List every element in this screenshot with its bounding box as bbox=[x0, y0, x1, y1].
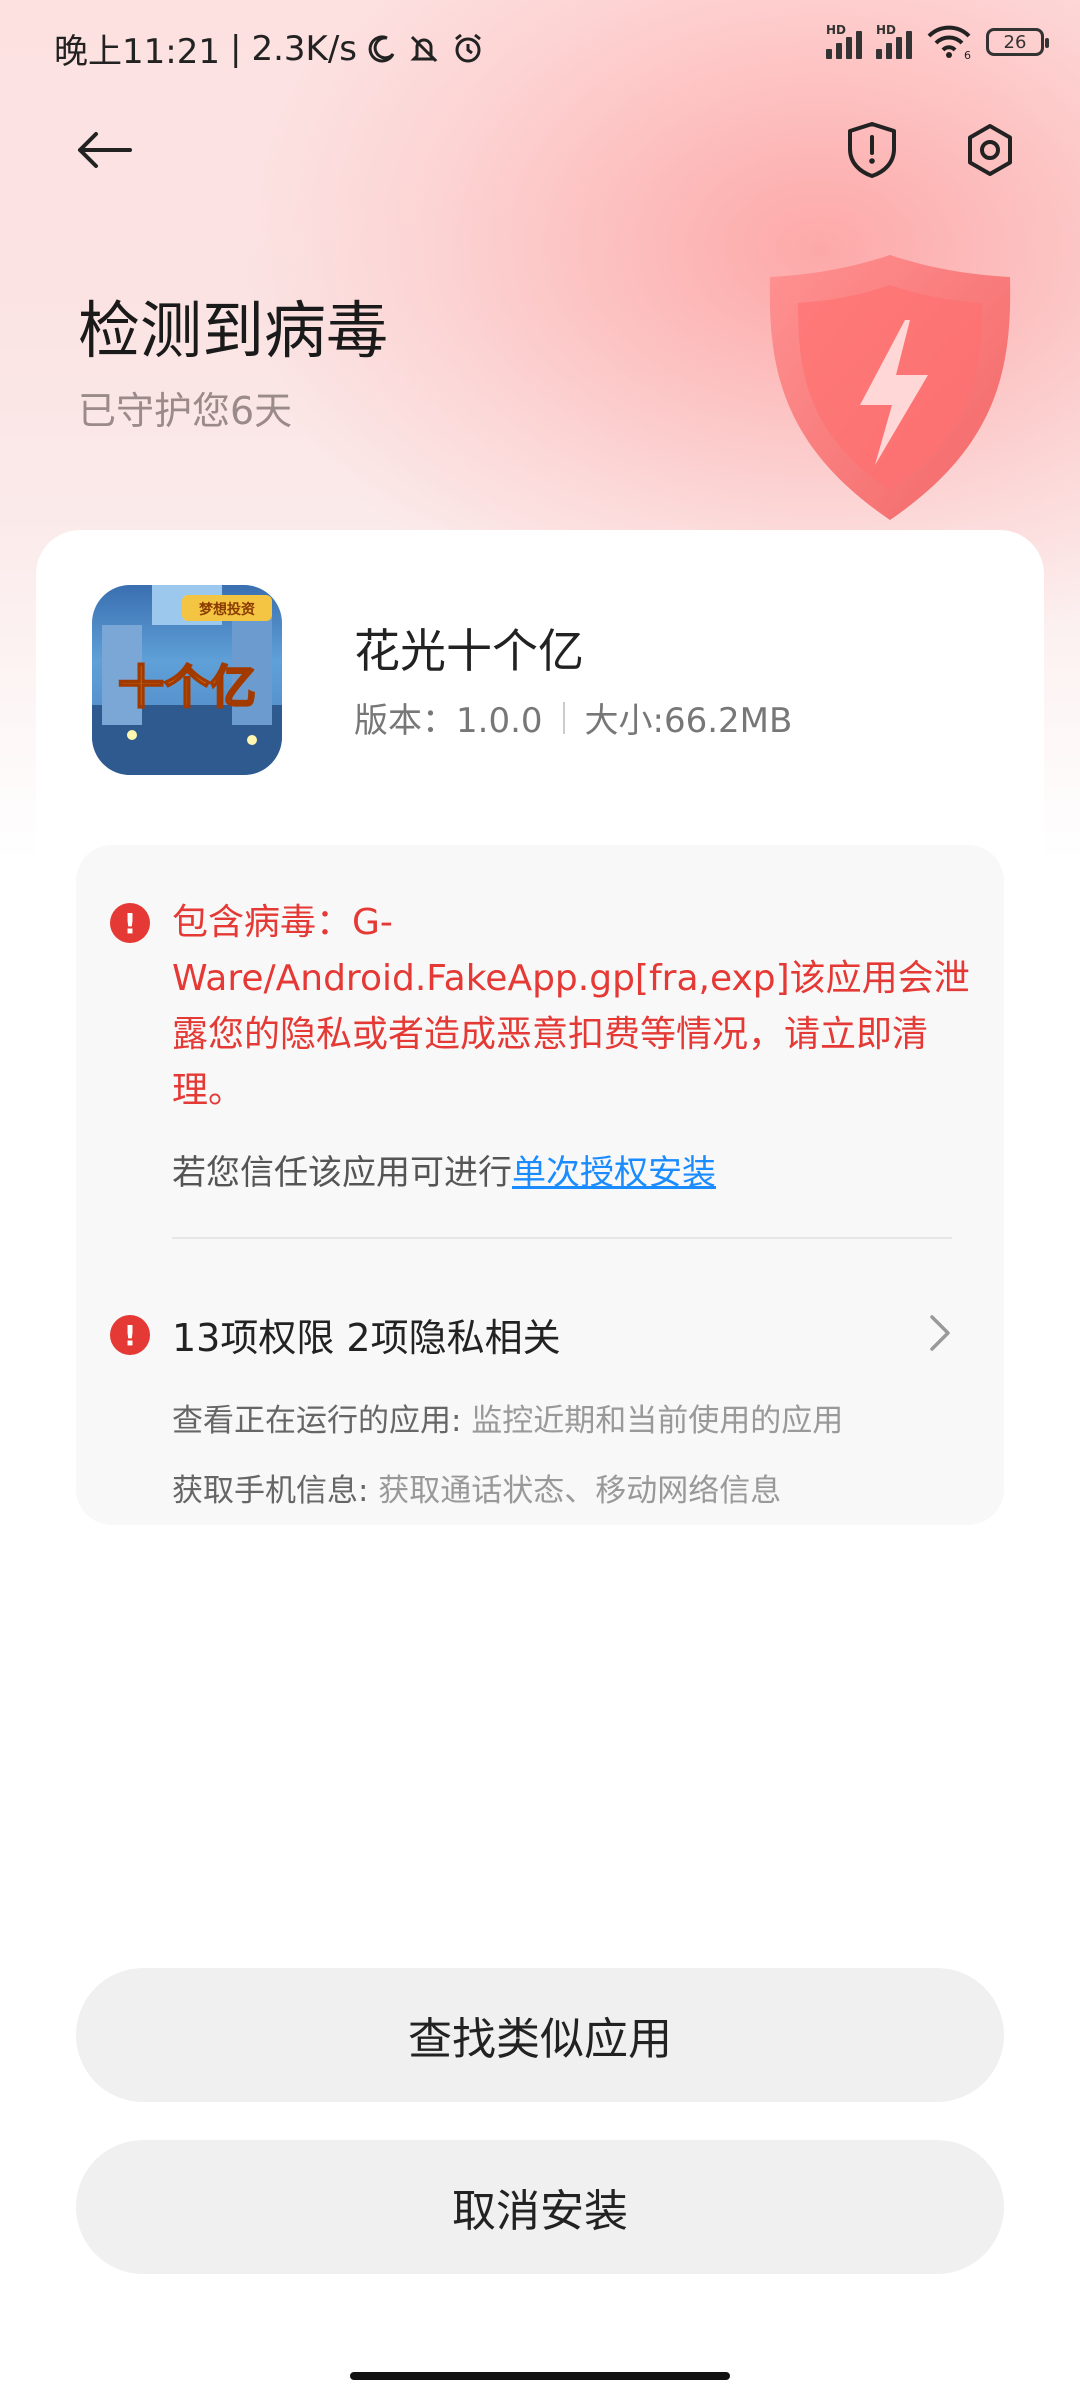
app-info: 梦想投资 十个亿 花光十个亿 版本：1.0.0 大小:66.2MB bbox=[92, 585, 992, 785]
protection-days: 已守护您6天 bbox=[78, 389, 293, 433]
gear-icon bbox=[968, 124, 1012, 176]
bell-muted-icon bbox=[410, 35, 438, 62]
arrow-left-icon bbox=[78, 132, 132, 168]
trust-install-line: 若您信任该应用可进行单次授权安装 bbox=[172, 1153, 716, 1193]
virus-warning-box: ! 包含病毒：G-Ware/Android.FakeApp.gp[fra,exp… bbox=[76, 845, 1004, 1525]
shield-lightning-icon bbox=[769, 255, 1011, 520]
top-navigation bbox=[0, 110, 1080, 200]
permission-item: 查看正在运行的应用: 监控近期和当前使用的应用 bbox=[172, 1403, 844, 1439]
app-meta: 版本：1.0.0 大小:66.2MB bbox=[354, 693, 792, 742]
virus-description: 包含病毒：G-Ware/Android.FakeApp.gp[fra,exp]该… bbox=[172, 902, 970, 1111]
security-report-button[interactable] bbox=[832, 110, 912, 190]
app-name: 花光十个亿 bbox=[354, 624, 584, 678]
shield-alert-icon bbox=[848, 122, 896, 178]
permissions-summary[interactable]: 13项权限 2项隐私相关 bbox=[172, 1307, 561, 1362]
app-version: 版本：1.0.0 bbox=[354, 701, 543, 741]
svg-text:十个亿: 十个亿 bbox=[118, 660, 256, 714]
app-size: 大小:66.2MB bbox=[584, 701, 793, 741]
svg-text:梦想投资: 梦想投资 bbox=[199, 601, 255, 618]
find-similar-apps-button[interactable]: 查找类似应用 bbox=[76, 1968, 1004, 2102]
wifi-icon: 6 bbox=[927, 25, 971, 60]
network-speed: 2.3K/s bbox=[251, 28, 357, 69]
alert-circle-icon: ! bbox=[110, 1315, 150, 1355]
battery-indicator: 26 bbox=[986, 28, 1049, 56]
status-time: 晚上11:21 bbox=[54, 32, 220, 72]
back-button[interactable] bbox=[64, 110, 144, 190]
alert-circle-icon: ! bbox=[110, 903, 150, 943]
home-indicator[interactable] bbox=[350, 2372, 730, 2380]
single-authorize-install-link[interactable]: 单次授权安装 bbox=[512, 1153, 716, 1193]
chevron-right-icon[interactable] bbox=[924, 1313, 954, 1353]
alarm-icon bbox=[455, 33, 481, 62]
signal-icon: HD bbox=[826, 23, 862, 59]
signal-icon: HD bbox=[876, 23, 912, 59]
divider bbox=[562, 701, 565, 734]
moon-icon bbox=[368, 34, 395, 62]
page-title: 检测到病毒 bbox=[78, 294, 389, 367]
settings-button[interactable] bbox=[950, 110, 1030, 190]
detail-card: 梦想投资 十个亿 花光十个亿 版本：1.0.0 大小:66.2MB ! 包含病毒… bbox=[36, 530, 1044, 2400]
status-bar: 晚上11:21 | 2.3K/s HD HD 6 26 bbox=[0, 0, 1080, 96]
permission-item: 获取手机信息: 获取通话状态、移动网络信息 bbox=[172, 1473, 782, 1509]
divider bbox=[172, 1237, 952, 1239]
app-icon: 梦想投资 十个亿 bbox=[92, 585, 282, 775]
cancel-install-button[interactable]: 取消安装 bbox=[76, 2140, 1004, 2274]
svg-text:6: 6 bbox=[964, 49, 971, 60]
